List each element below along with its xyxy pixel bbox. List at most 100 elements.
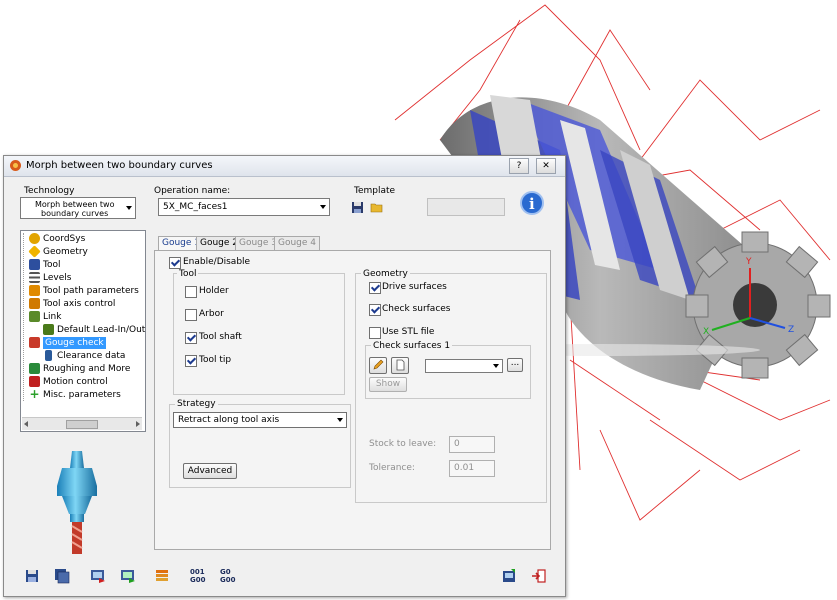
levels-icon	[29, 272, 40, 283]
save-as-icon[interactable]	[54, 568, 70, 584]
tree-item-label: Misc. parameters	[43, 390, 121, 400]
strategy-value: Retract along tool axis	[178, 415, 280, 425]
close-button[interactable]: ✕	[536, 158, 556, 174]
tree-scrollbar[interactable]	[22, 417, 142, 430]
tool-group-label: Tool	[177, 269, 199, 279]
link-icon	[29, 311, 40, 322]
chevron-down-icon	[337, 418, 343, 422]
holder-checkbox[interactable]	[185, 286, 197, 298]
holder-label: Holder	[199, 286, 229, 296]
chevron-down-icon	[320, 205, 326, 209]
check-surfaces-1-label: Check surfaces 1	[371, 341, 453, 351]
drive-surfaces-label: Drive surfaces	[382, 282, 447, 292]
calculate-icon[interactable]	[90, 568, 106, 584]
gcode-simulate-button[interactable]: 001 G00	[190, 568, 208, 584]
strategy-group-label: Strategy	[175, 399, 218, 409]
chevron-down-icon	[126, 206, 132, 210]
enable-checkbox[interactable]	[169, 257, 181, 269]
motion-icon	[29, 376, 40, 387]
tool-tip-checkbox[interactable]	[185, 355, 197, 367]
tree-item-label: Geometry	[43, 247, 88, 257]
calculate-all-icon[interactable]	[120, 568, 136, 584]
scroll-right-icon[interactable]	[136, 421, 140, 427]
info-icon[interactable]: i	[519, 190, 545, 216]
pencil-icon	[373, 359, 384, 370]
svg-text:Y: Y	[745, 257, 752, 267]
svg-text:Z: Z	[788, 325, 794, 335]
clearance-icon	[45, 350, 52, 361]
chevron-down-icon	[493, 364, 499, 368]
parameters-tree[interactable]: CoordSys Geometry Tool Levels Tool path …	[20, 230, 146, 432]
tree-item-label: Levels	[43, 273, 72, 283]
title-bar[interactable]: Morph between two boundary curves ? ✕	[4, 156, 565, 177]
tree-item-label: Link	[43, 312, 62, 322]
stock-to-leave-input[interactable]: 0	[449, 436, 495, 453]
geometry-icon	[28, 245, 41, 258]
misc-icon: +	[29, 387, 40, 401]
svg-text:X: X	[703, 327, 709, 337]
tool-tip-label: Tool tip	[199, 355, 232, 365]
tool-shaft-label: Tool shaft	[199, 332, 242, 342]
strategy-select[interactable]: Retract along tool axis	[173, 412, 347, 428]
tool-shaft-checkbox[interactable]	[185, 332, 197, 344]
save-icon[interactable]	[24, 568, 40, 584]
open-template-icon[interactable]	[370, 201, 384, 214]
tolerance-label: Tolerance:	[369, 463, 415, 473]
stock-to-leave-label: Stock to leave:	[369, 439, 437, 449]
template-field[interactable]	[427, 198, 505, 216]
tree-item-label: Motion control	[43, 377, 108, 387]
arbor-checkbox[interactable]	[185, 309, 197, 321]
toolpath-icon	[29, 285, 40, 296]
template-label: Template	[354, 186, 396, 196]
help-button[interactable]: ?	[509, 158, 529, 174]
svg-text:i: i	[529, 195, 535, 213]
coordsys-icon	[29, 233, 40, 244]
new-surfaces-button[interactable]	[391, 357, 409, 374]
technology-label: Technology	[24, 186, 75, 196]
use-stl-checkbox[interactable]	[369, 327, 381, 339]
tolerance-value: 0.01	[454, 463, 475, 473]
exit-icon[interactable]	[531, 568, 547, 584]
save-and-calculate-icon[interactable]	[501, 568, 517, 584]
drive-surfaces-checkbox[interactable]	[369, 282, 381, 294]
stock-to-leave-value: 0	[454, 439, 460, 449]
check-surfaces-checkbox[interactable]	[369, 304, 381, 316]
operation-name-select[interactable]: 5X_MC_faces1	[158, 198, 330, 216]
tree-item-label: CoordSys	[43, 234, 86, 244]
gcode-label-bottom: G00	[220, 576, 236, 584]
technology-value-2: boundary curves	[41, 209, 109, 218]
tree-item-label: Default Lead-In/Out	[57, 325, 146, 335]
tab-gouge-4[interactable]: Gouge 4	[274, 236, 321, 250]
use-stl-label: Use STL file	[382, 327, 435, 337]
morph-dialog: Morph between two boundary curves ? ✕ Te…	[3, 155, 566, 597]
tree-item-label: Tool axis control	[43, 299, 116, 309]
tool-icon	[29, 259, 40, 270]
tree-item-label: Gouge check	[43, 337, 106, 349]
app-icon	[10, 160, 21, 171]
gouge-icon	[29, 337, 40, 348]
tolerance-input[interactable]: 0.01	[449, 460, 495, 477]
scroll-left-icon[interactable]	[24, 421, 28, 427]
layers-icon[interactable]	[154, 568, 170, 584]
enable-label: Enable/Disable	[183, 257, 251, 267]
operation-name-value: 5X_MC_faces1	[163, 202, 228, 212]
leadin-icon	[43, 324, 54, 335]
edit-surfaces-button[interactable]	[369, 357, 387, 374]
technology-select[interactable]: Morph between two boundary curves	[20, 197, 136, 219]
check-surfaces-select[interactable]	[425, 359, 503, 373]
axis-icon	[29, 298, 40, 309]
arbor-label: Arbor	[199, 309, 224, 319]
check-surfaces-label: Check surfaces	[382, 304, 451, 314]
gcode-post-button[interactable]: G0 G00	[220, 568, 238, 584]
new-page-icon	[396, 359, 405, 371]
browse-button[interactable]: ...	[507, 358, 523, 372]
window-title: Morph between two boundary curves	[26, 160, 213, 171]
geometry-group-label: Geometry	[361, 269, 410, 279]
advanced-button[interactable]: Advanced	[183, 463, 237, 479]
save-template-icon[interactable]	[351, 201, 364, 214]
gcode-label-top: G0	[220, 568, 231, 576]
tree-item-label: Clearance data	[57, 351, 126, 361]
scroll-thumb[interactable]	[66, 420, 98, 429]
tree-item-label: Tool	[43, 260, 61, 270]
show-button[interactable]: Show	[369, 377, 407, 392]
